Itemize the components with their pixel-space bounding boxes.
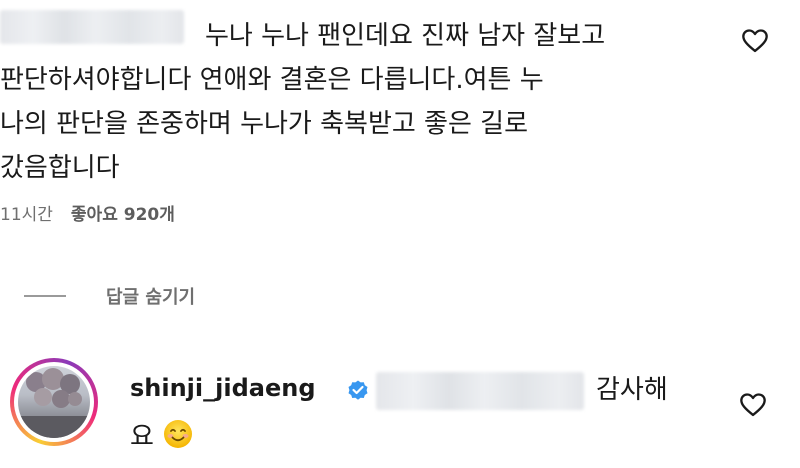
avatar-ground (18, 416, 90, 438)
comment-line-2: 판단하셔야합니다 연애와 결혼은 다릅니다.여튼 누 (0, 65, 544, 95)
reply-username[interactable]: shinji_jidaeng (130, 374, 316, 402)
comment-likes-count[interactable]: 좋아요 920개 (71, 200, 175, 225)
hide-replies-button[interactable]: 답글 숨기기 (24, 283, 195, 309)
comment-indent (0, 34, 205, 44)
comment-like-heart-icon[interactable] (740, 27, 770, 55)
avatar-balloon (68, 392, 82, 406)
thread-line (24, 295, 66, 297)
comment-line-4: 갔음합니다 (0, 153, 120, 183)
comment-line-3: 나의 판단을 존중하며 누나가 축복받고 좋은 길로 (0, 109, 528, 139)
reply-text-line-1: 감사해 (596, 375, 668, 405)
avatar-ring-gap (14, 362, 94, 442)
comment-text: 누나 누나 팬인데요 진짜 남자 잘보고판단하셔야합니다 연애와 결혼은 다릅니… (0, 14, 700, 190)
avatar-photo (18, 366, 90, 438)
verified-badge-icon (346, 378, 370, 402)
reply-like-heart-icon[interactable] (738, 391, 768, 419)
comment-time: 11시간 (0, 205, 53, 225)
smiling-face-emoji-icon (163, 419, 193, 449)
reply-text-line-2: 요 (130, 422, 154, 452)
hide-replies-label: 답글 숨기기 (106, 287, 196, 308)
avatar-balloon (34, 388, 52, 406)
redacted-mention (376, 372, 584, 410)
comment-line-1: 누나 누나 팬인데요 진짜 남자 잘보고 (205, 21, 606, 51)
avatar[interactable] (10, 358, 98, 446)
comment-meta: 11시간 좋아요 920개 (0, 200, 175, 225)
